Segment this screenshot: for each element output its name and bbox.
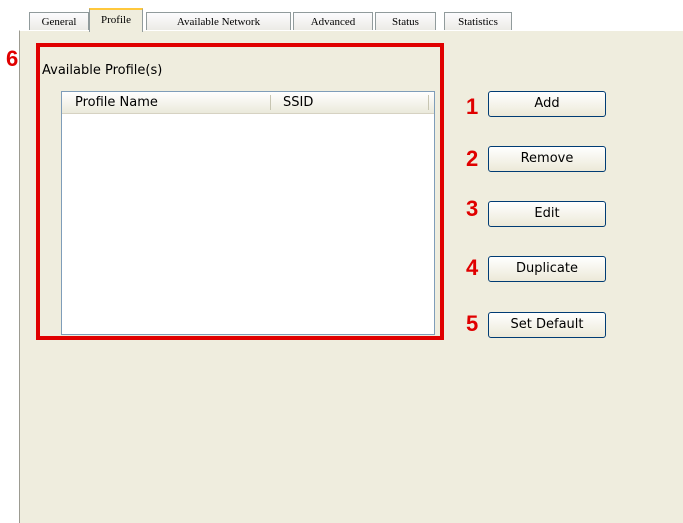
- callout-number-2: 2: [466, 146, 479, 171]
- profile-list-header: Profile Name SSID: [62, 92, 434, 114]
- callout-number-3: 3: [466, 196, 479, 221]
- remove-button[interactable]: Remove: [488, 146, 606, 172]
- tab-profile[interactable]: Profile: [89, 8, 143, 32]
- column-divider[interactable]: [428, 95, 429, 110]
- available-profiles-label: Available Profile(s): [42, 63, 163, 78]
- column-header-ssid[interactable]: SSID: [270, 92, 430, 113]
- profile-list[interactable]: Profile Name SSID: [61, 91, 435, 335]
- column-header-profile-name[interactable]: Profile Name: [62, 92, 270, 113]
- tab-advanced[interactable]: Advanced: [293, 12, 373, 30]
- tab-status[interactable]: Status: [375, 12, 436, 30]
- tab-general[interactable]: General: [29, 12, 89, 30]
- callout-number-4: 4: [466, 255, 479, 280]
- add-button[interactable]: Add: [488, 91, 606, 117]
- callout-number-6: 6: [6, 46, 19, 71]
- duplicate-button[interactable]: Duplicate: [488, 256, 606, 282]
- callout-number-1: 1: [466, 94, 479, 119]
- tab-statistics[interactable]: Statistics: [444, 12, 512, 30]
- set-default-button[interactable]: Set Default: [488, 312, 606, 338]
- callout-number-5: 5: [466, 311, 479, 336]
- tab-available-network[interactable]: Available Network: [146, 12, 291, 30]
- edit-button[interactable]: Edit: [488, 201, 606, 227]
